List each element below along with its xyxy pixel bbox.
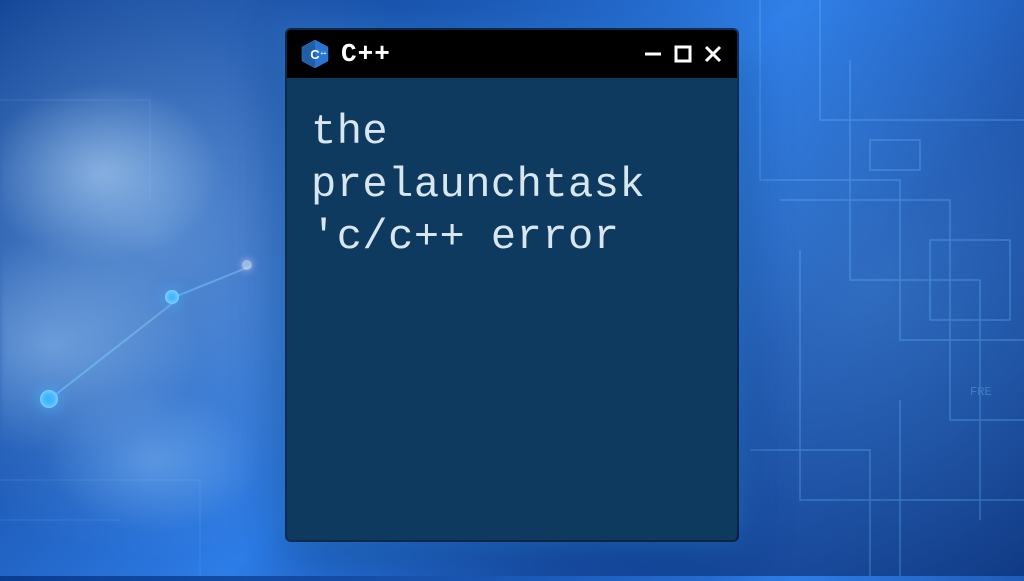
close-button[interactable] [701, 42, 725, 66]
svg-text:+: + [324, 51, 327, 57]
terminal-window: C + + C++ the prelaunchtask 'c/c++ error [287, 30, 737, 540]
terminal-content: the prelaunchtask 'c/c++ error [287, 78, 737, 292]
minimize-button[interactable] [641, 42, 665, 66]
maximize-button[interactable] [671, 42, 695, 66]
window-controls [641, 42, 725, 66]
decorative-node [40, 390, 58, 408]
svg-text:C: C [310, 47, 320, 62]
svg-text:FRE: FRE [970, 385, 992, 399]
titlebar[interactable]: C + + C++ [287, 30, 737, 78]
decorative-node [165, 290, 179, 304]
cpp-logo-icon: C + + [299, 38, 331, 70]
window-title: C++ [341, 39, 641, 69]
decorative-node [242, 260, 252, 270]
